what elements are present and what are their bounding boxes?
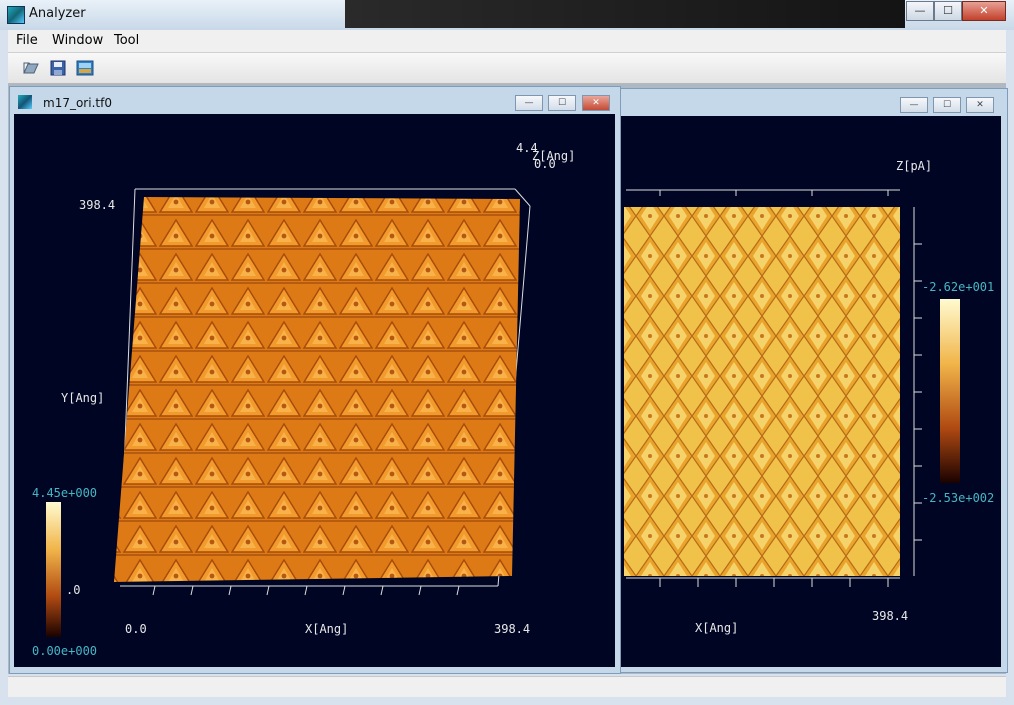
- right-maximize-button[interactable]: ☐: [933, 97, 961, 113]
- left-x-axis-label: X[Ang]: [305, 622, 349, 636]
- left-minimize-button[interactable]: —: [515, 95, 543, 111]
- menu-window[interactable]: Window: [52, 33, 103, 48]
- toolbar: [8, 53, 1006, 84]
- left-colorbar: [46, 502, 61, 637]
- left-window-title-bar[interactable]: m17_ori.tf0 — ☐ ✕: [10, 87, 620, 113]
- right-plot-area: Z[pA] -2.62e+001 -2.53e+002 X[Ang] 398.4: [608, 116, 1001, 667]
- left-colorbar-top: 4.45e+000: [32, 486, 98, 500]
- menu-file[interactable]: File: [16, 33, 38, 48]
- left-close-button[interactable]: ✕: [582, 95, 610, 111]
- menu-tool[interactable]: Tool: [114, 33, 139, 48]
- x-end-value: 398.4: [494, 622, 531, 636]
- right-child-window[interactable]: — ☐ ✕ Z[pA] -2.62e+001 -2.53e+002 X[Ang]…: [605, 88, 1008, 673]
- save-icon[interactable]: [49, 59, 67, 77]
- x-start-value: 0.0: [125, 622, 147, 636]
- background-window: [345, 0, 905, 28]
- current-map-image: [624, 207, 900, 576]
- right-z-axis-label: Z[pA]: [896, 159, 933, 173]
- window-controls: — ☐ ✕: [906, 1, 1006, 21]
- image-icon[interactable]: [76, 59, 94, 77]
- left-colorbar-mid: .0: [66, 583, 81, 597]
- app-title: Analyzer: [29, 6, 86, 21]
- left-plot-area: 4.4 Z[Ang] 0.0 398.4 Y[Ang] 4.45e+000 .0…: [14, 114, 615, 667]
- right-window-title-bar[interactable]: — ☐ ✕: [606, 89, 1007, 115]
- left-window-title: m17_ori.tf0: [43, 96, 112, 110]
- main-title-bar[interactable]: Analyzer — ☐ ✕: [0, 0, 1014, 30]
- open-icon[interactable]: [22, 59, 40, 77]
- left-y-axis-label: Y[Ang]: [61, 391, 105, 405]
- left-colorbar-bottom: 0.00e+000: [32, 644, 98, 658]
- current-map: [624, 189, 960, 587]
- right-x-end: 398.4: [872, 609, 909, 623]
- close-button[interactable]: ✕: [962, 1, 1006, 21]
- status-bar: [8, 676, 1006, 697]
- left-window-icon: [18, 95, 32, 109]
- right-x-axis-label: X[Ang]: [695, 621, 739, 635]
- sample-surface: [114, 197, 520, 582]
- app-icon: [7, 6, 25, 24]
- minimize-button[interactable]: —: [906, 1, 934, 21]
- right-colorbar-top: -2.62e+001: [922, 280, 995, 294]
- menu-bar: File Window Tool: [8, 30, 1006, 53]
- right-close-button[interactable]: ✕: [966, 97, 994, 113]
- z-min-value: 0.0: [534, 157, 556, 171]
- right-colorbar-bottom: -2.53e+002: [922, 491, 995, 505]
- maximize-button[interactable]: ☐: [934, 1, 962, 21]
- left-maximize-button[interactable]: ☐: [548, 95, 576, 111]
- right-minimize-button[interactable]: —: [900, 97, 928, 113]
- right-colorbar: [940, 299, 960, 483]
- left-child-window[interactable]: m17_ori.tf0 — ☐ ✕ 4.4 Z[Ang] 0.0 398.4 Y…: [9, 86, 621, 674]
- y-max-value: 398.4: [79, 198, 116, 212]
